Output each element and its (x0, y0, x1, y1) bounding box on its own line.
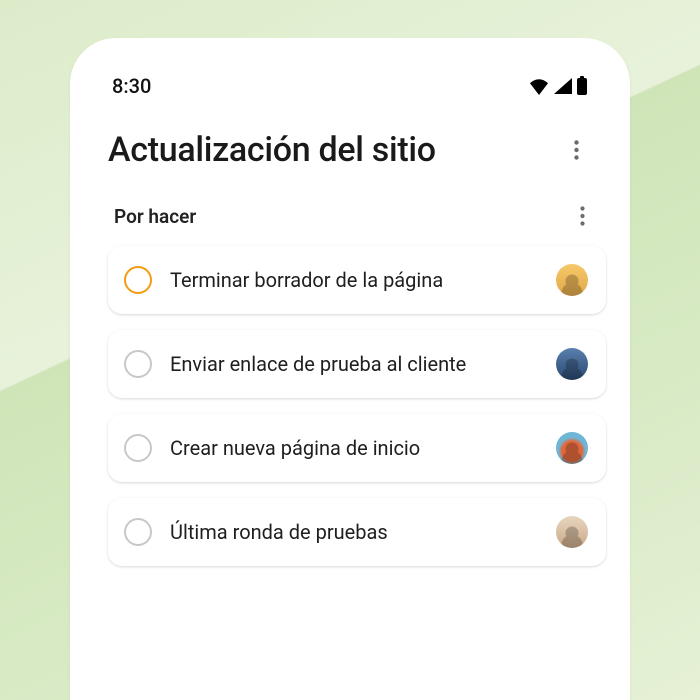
battery-icon (576, 76, 588, 96)
column-header: Por hacer (108, 192, 606, 246)
phone-screen: 8:30 Actualización del sitio (78, 46, 622, 700)
page-header: Actualización del sitio (78, 112, 622, 180)
task-checkbox[interactable] (124, 266, 152, 294)
assignee-avatar[interactable] (556, 432, 588, 464)
column-title: Por hacer (114, 205, 196, 228)
assignee-avatar[interactable] (556, 516, 588, 548)
wifi-icon (528, 77, 550, 95)
task-checkbox[interactable] (124, 350, 152, 378)
status-bar: 8:30 (78, 46, 622, 112)
page-overflow-menu-button[interactable] (560, 134, 592, 166)
page-title: Actualización del sitio (108, 130, 436, 170)
task-card[interactable]: Enviar enlace de prueba al cliente (108, 330, 606, 398)
task-card[interactable]: Última ronda de pruebas (108, 498, 606, 566)
board-columns: Por hacer Terminar borrador de la página (78, 180, 622, 566)
cellular-icon (553, 77, 573, 95)
task-card[interactable]: Crear nueva página de inicio (108, 414, 606, 482)
task-title: Última ronda de pruebas (170, 519, 538, 545)
task-title: Terminar borrador de la página (170, 267, 538, 293)
assignee-avatar[interactable] (556, 264, 588, 296)
phone-frame: 8:30 Actualización del sitio (70, 38, 630, 700)
task-title: Crear nueva página de inicio (170, 435, 538, 461)
task-title: Enviar enlace de prueba al cliente (170, 351, 538, 377)
more-vertical-icon (580, 206, 585, 226)
more-vertical-icon (574, 140, 579, 160)
status-time: 8:30 (112, 74, 151, 98)
assignee-avatar[interactable] (556, 348, 588, 380)
task-checkbox[interactable] (124, 518, 152, 546)
task-card[interactable]: Terminar borrador de la página (108, 246, 606, 314)
column-todo: Por hacer Terminar borrador de la página (108, 192, 606, 566)
task-checkbox[interactable] (124, 434, 152, 462)
card-list: Terminar borrador de la página Enviar en… (108, 246, 606, 566)
status-icons (528, 76, 588, 96)
column-overflow-menu-button[interactable] (566, 200, 598, 232)
